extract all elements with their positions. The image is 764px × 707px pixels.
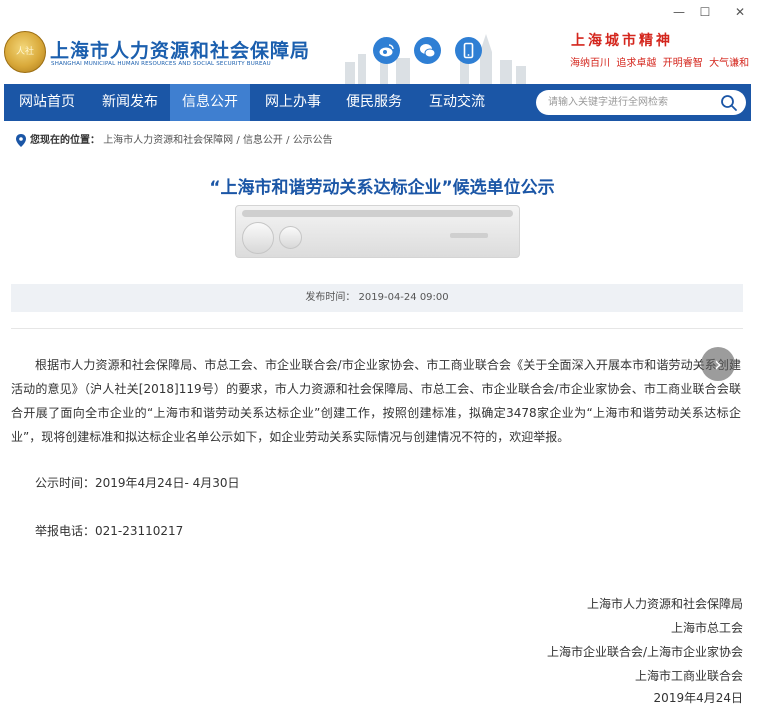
window-titlebar: — ☐ ✕ <box>0 0 764 24</box>
spirit-tag: 大气谦和 <box>709 58 750 69</box>
signature-line: 上海市企业联合会/上海市企业家协会 <box>546 645 743 659</box>
weibo-icon[interactable] <box>373 37 400 64</box>
breadcrumb: 您现在的位置： 上海市人力资源和社会保障网 / 信息公开 / 公示公告 <box>16 131 333 147</box>
close-button[interactable]: ✕ <box>731 3 749 21</box>
nav-item-home[interactable]: 网站首页 <box>8 84 86 121</box>
signature-line: 上海市工商业联合会 <box>634 669 743 683</box>
minimize-button[interactable]: — <box>670 3 688 21</box>
article-paragraph: 根据市人力资源和社会保障局、市总工会、市企业联合会/市企业家协会、市工商业联合会… <box>11 358 741 444</box>
search-icon[interactable] <box>720 94 738 112</box>
breadcrumb-link-home[interactable]: 上海市人力资源和社会保障网 <box>103 135 233 146</box>
nav-item-info-disclosure[interactable]: 信息公开 <box>170 84 250 121</box>
stop-button[interactable] <box>279 226 302 249</box>
signature-date: 2019年4月24日 <box>653 691 743 705</box>
divider <box>11 328 743 329</box>
volume-slider[interactable] <box>450 233 488 238</box>
signature-line: 上海市总工会 <box>670 621 743 635</box>
audio-progress-bar[interactable] <box>242 210 513 217</box>
breadcrumb-separator: / <box>236 135 240 146</box>
nav-item-interaction[interactable]: 互动交流 <box>417 84 497 121</box>
city-spirit-tags: 海纳百川 追求卓越 开明睿智 大气谦和 <box>570 54 749 69</box>
location-pin-icon <box>16 133 26 147</box>
breadcrumb-separator: / <box>286 135 290 146</box>
emblem-text: 人社 <box>15 47 34 57</box>
article-body: 根据市人力资源和社会保障局、市总工会、市企业联合会/市企业家协会、市工商业联合会… <box>11 353 741 449</box>
chevron-right-icon[interactable]: › <box>701 347 735 381</box>
site-search <box>536 90 746 115</box>
spirit-tag: 追求卓越 <box>616 58 657 69</box>
site-header: 人社 上海市人力资源和社会保障局 SHANGHAI MUNICIPAL HUMA… <box>0 24 764 84</box>
mobile-icon[interactable] <box>455 37 482 64</box>
city-spirit-title: 上海城市精神 <box>571 33 673 49</box>
nav-item-citizen-services[interactable]: 便民服务 <box>334 84 414 121</box>
spirit-tag: 海纳百川 <box>570 58 610 69</box>
signature-line: 上海市人力资源和社会保障局 <box>586 597 743 611</box>
publish-time-bar: 发布时间： 2019-04-24 09:00 <box>11 284 743 312</box>
nav-item-news[interactable]: 新闻发布 <box>90 84 170 121</box>
report-phone: 举报电话：021-23110217 <box>35 524 184 538</box>
spirit-tag: 开明睿智 <box>662 58 703 69</box>
wechat-icon[interactable] <box>414 37 441 64</box>
breadcrumb-link-info[interactable]: 信息公开 <box>243 135 283 146</box>
breadcrumb-prefix: 您现在的位置： <box>30 135 100 146</box>
article-title: “上海市和谐劳动关系达标企业”候选单位公示 <box>209 178 555 198</box>
audio-player <box>235 205 520 258</box>
maximize-button[interactable]: ☐ <box>696 3 714 21</box>
notice-period: 公示时间：2019年4月24日- 4月30日 <box>35 476 240 490</box>
site-logo-subtitle: SHANGHAI MUNICIPAL HUMAN RESOURCES AND S… <box>51 61 271 67</box>
breadcrumb-link-notices[interactable]: 公示公告 <box>293 135 333 146</box>
bureau-emblem-icon[interactable]: 人社 <box>4 31 46 73</box>
search-input[interactable] <box>548 93 708 112</box>
play-button[interactable] <box>242 222 274 254</box>
main-nav: 网站首页 新闻发布 信息公开 网上办事 便民服务 互动交流 <box>4 84 751 121</box>
site-logo-title[interactable]: 上海市人力资源和社会保障局 <box>50 36 310 63</box>
nav-item-online-services[interactable]: 网上办事 <box>253 84 333 121</box>
